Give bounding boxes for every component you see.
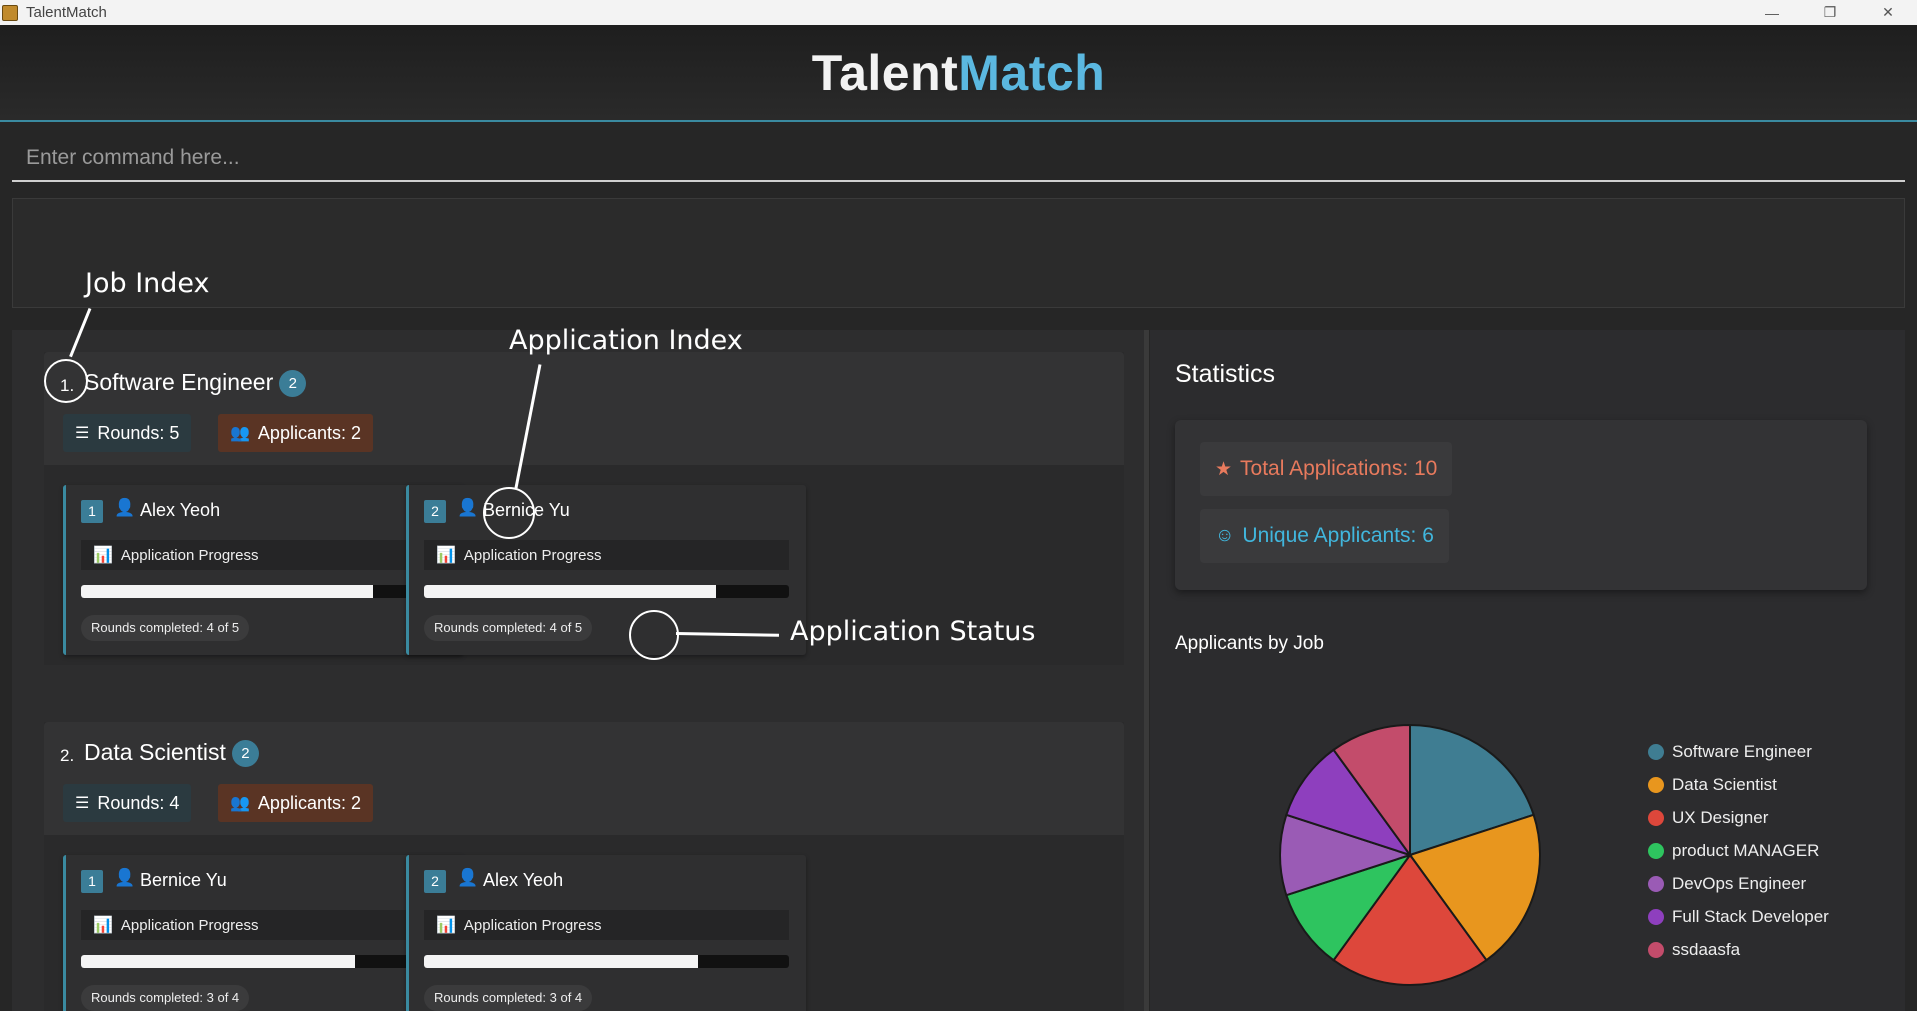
bar-chart-icon: 📊 (93, 917, 113, 934)
rounds-chip: ☰ Rounds: 4 (63, 784, 192, 822)
applicant-name: Alex Yeoh (483, 870, 564, 890)
progress-bar (424, 585, 789, 598)
app-icon (2, 4, 18, 21)
legend-swatch (1648, 776, 1664, 793)
window-titlebar: TalentMatch — ❐ ✕ (0, 0, 1917, 25)
legend-item: UX Designer (1648, 801, 1829, 834)
progress-header: 📊 Application Progress (81, 540, 446, 570)
annotation-application-status: Application Status (790, 616, 1036, 647)
minimize-button[interactable]: — (1743, 0, 1801, 25)
chart-legend: Software Engineer Data Scientist UX Design… (1648, 735, 1829, 966)
annotation-circle (483, 487, 535, 539)
legend-swatch (1648, 809, 1664, 826)
application-card[interactable]: 2 👤 Bernice Yu 📊 Application Progress Rou… (406, 485, 806, 655)
legend-swatch (1648, 743, 1664, 760)
bar-chart-icon: 📊 (436, 917, 456, 934)
smiley-icon: ☺ (1215, 525, 1235, 546)
statistics-title: Statistics (1175, 360, 1276, 388)
job-card-header: 2. Data Scientist 2 ☰ Rounds: 4 👥 Applicant… (44, 722, 1124, 835)
command-input[interactable] (12, 136, 1905, 180)
person-icon: 👤 (114, 868, 136, 887)
window-title: TalentMatch (26, 4, 107, 21)
application-card[interactable]: 1 👤 Bernice Yu 📊 Application Progress Rou… (63, 855, 463, 1011)
progress-bar (81, 585, 446, 598)
application-card[interactable]: 2 👤 Alex Yeoh 📊 Application Progress Roun… (406, 855, 806, 1011)
legend-swatch (1648, 875, 1664, 892)
users-icon: 👥 (230, 425, 250, 442)
star-icon: ★ (1215, 458, 1233, 480)
legend-item: Full Stack Developer (1648, 900, 1829, 933)
job-card-header: 1. Software Engineer 2 ☰ Rounds: 5 👥 Applic… (44, 352, 1124, 465)
server-icon: ☰ (75, 425, 90, 442)
brand-logo: TalentMatch (811, 44, 1106, 101)
panel-splitter[interactable] (1144, 330, 1149, 1011)
bar-chart-icon: 📊 (436, 547, 456, 564)
applicants-chip: 👥 Applicants: 2 (218, 414, 373, 452)
legend-swatch (1648, 941, 1664, 958)
command-box (12, 136, 1905, 182)
legend-item: DevOps Engineer (1648, 867, 1829, 900)
legend-label: UX Designer (1672, 807, 1769, 827)
person-icon: 👤 (114, 498, 136, 517)
annotation-circle (629, 610, 679, 660)
server-icon: ☰ (75, 795, 90, 812)
progress-header: 📊 Application Progress (424, 910, 789, 940)
total-applications: ★ Total Applications: 10 (1200, 442, 1453, 496)
legend-item: ssdaasfa (1648, 933, 1829, 966)
app-header: TalentMatch (0, 25, 1917, 122)
application-list: 1 👤 Bernice Yu 📊 Application Progress Rou… (44, 835, 1124, 1011)
users-icon: 👥 (230, 795, 250, 812)
job-list-panel[interactable]: 1. Software Engineer 2 ☰ Rounds: 5 👥 Applic… (12, 330, 1144, 1011)
application-card[interactable]: 1 👤 Alex Yeoh 📊 Application Progress Roun… (63, 485, 463, 655)
application-status: Rounds completed: 4 of 5 (424, 615, 593, 641)
job-index: 2. (60, 746, 75, 765)
application-index: 1 (81, 870, 103, 893)
applicant-name: Bernice Yu (140, 870, 227, 890)
application-status: Rounds completed: 3 of 4 (81, 985, 250, 1011)
person-icon: 👤 (457, 868, 479, 887)
unique-applicants: ☺ Unique Applicants: 6 (1200, 509, 1449, 563)
legend-label: Software Engineer (1672, 741, 1812, 761)
rounds-chip: ☰ Rounds: 5 (63, 414, 192, 452)
progress-bar (424, 955, 789, 968)
legend-label: product MANAGER (1672, 840, 1820, 860)
legend-label: ssdaasfa (1672, 939, 1741, 959)
progress-header: 📊 Application Progress (424, 540, 789, 570)
legend-swatch (1648, 842, 1664, 859)
legend-label: DevOps Engineer (1672, 873, 1807, 893)
applicant-count-badge: 2 (231, 740, 259, 768)
legend-label: Data Scientist (1672, 774, 1777, 794)
legend-swatch (1648, 908, 1664, 925)
maximize-button[interactable]: ❐ (1801, 0, 1859, 25)
statistics-summary: ★ Total Applications: 10 ☺ Unique Applican… (1175, 420, 1867, 590)
annotation-application-index: Application Index (509, 325, 743, 356)
job-title: Software Engineer 2 (84, 369, 307, 398)
person-icon: 👤 (457, 498, 479, 517)
bar-chart-icon: 📊 (93, 547, 113, 564)
applicants-chip: 👥 Applicants: 2 (218, 784, 373, 822)
application-index: 2 (424, 870, 446, 893)
close-button[interactable]: ✕ (1859, 0, 1917, 25)
statistics-panel: Statistics ★ Total Applications: 10 ☺ Uniq… (1150, 330, 1905, 1011)
applicants-pie-chart (1279, 723, 1541, 986)
annotation-circle (44, 359, 88, 403)
applicant-name: Alex Yeoh (140, 500, 221, 520)
annotation-job-index: Job Index (85, 268, 210, 299)
application-index: 2 (424, 500, 446, 523)
legend-label: Full Stack Developer (1672, 906, 1829, 926)
progress-header: 📊 Application Progress (81, 910, 446, 940)
applicant-count-badge: 2 (279, 370, 307, 398)
job-card[interactable]: 2. Data Scientist 2 ☰ Rounds: 4 👥 Applicant… (44, 722, 1124, 1011)
chart-title: Applicants by Job (1175, 633, 1324, 654)
legend-item: Software Engineer (1648, 735, 1829, 768)
legend-item: Data Scientist (1648, 768, 1829, 801)
result-display (12, 198, 1905, 308)
legend-item: product MANAGER (1648, 834, 1829, 867)
application-index: 1 (81, 500, 103, 523)
job-title: Data Scientist 2 (84, 739, 259, 768)
application-status: Rounds completed: 3 of 4 (424, 985, 593, 1011)
progress-bar (81, 955, 446, 968)
application-status: Rounds completed: 4 of 5 (81, 615, 250, 641)
